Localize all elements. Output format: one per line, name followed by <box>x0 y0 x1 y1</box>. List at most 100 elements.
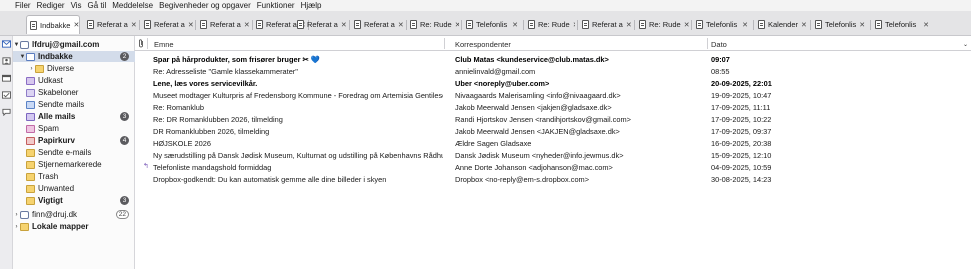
message-row[interactable]: Ny særudstilling på Dansk Jødisk Museum,… <box>135 150 971 160</box>
message-row[interactable]: Re: Adresseliste "Gamle klassekammerater… <box>135 66 971 76</box>
close-icon[interactable]: ✕ <box>859 21 865 29</box>
folder-starred[interactable]: Stjernemarkerede <box>13 159 135 170</box>
message-row[interactable]: Spar på hårprodukter, som frisører bruge… <box>135 54 971 64</box>
spaces-toolbar <box>0 36 13 269</box>
folder-inbox[interactable]: ▼ Indbakke 2 <box>13 51 135 62</box>
message-row[interactable]: HØJSKOLE 2026 Ældre Sagen Gladsaxe 16-09… <box>135 138 971 148</box>
column-date[interactable]: Dato <box>711 40 727 49</box>
message-row[interactable]: Dropbox-godkendt: Du kan automatisk gemm… <box>135 174 971 184</box>
menu-tools[interactable]: Funktioner <box>257 1 295 10</box>
column-divider[interactable] <box>444 38 445 49</box>
folder-diverse[interactable]: › Diverse <box>13 63 135 74</box>
chat-icon[interactable] <box>1 108 11 116</box>
tab-message[interactable]: Telefonlis ✕ <box>812 15 868 34</box>
folder-icon <box>26 196 35 205</box>
close-icon[interactable]: ✕ <box>801 21 807 29</box>
address-book-icon[interactable] <box>1 57 11 65</box>
menu-events[interactable]: Begivenheder og opgaver <box>159 1 251 10</box>
tab-message[interactable]: Referat a ✕ <box>579 15 632 34</box>
column-picker-icon[interactable]: ⌄ <box>963 41 968 48</box>
tab-label: Re: Rude <box>420 20 452 29</box>
folder-label: Indbakke <box>38 52 73 61</box>
close-icon[interactable]: ✕ <box>131 21 137 29</box>
close-icon[interactable]: ✕ <box>455 21 459 29</box>
folder-sent-emails[interactable]: Sendte e-mails <box>13 147 135 158</box>
folder-bin[interactable]: Papirkurv 4 <box>13 135 135 146</box>
tab-message[interactable]: Re: Rude ✕ <box>525 15 575 34</box>
tab-label: Referat a <box>210 20 241 29</box>
message-row[interactable]: Re: DR Romanklubben 2026, tilmelding Ran… <box>135 114 971 124</box>
column-subject[interactable]: Emne <box>154 40 174 49</box>
close-icon[interactable]: ✕ <box>244 21 250 29</box>
close-icon[interactable]: ✕ <box>684 21 689 29</box>
close-icon[interactable]: ✕ <box>188 21 194 29</box>
folder-account-druj[interactable]: › finn@druj.dk 22 <box>13 209 135 220</box>
folder-drafts[interactable]: Udkast <box>13 75 135 86</box>
tab-message[interactable]: Referat a ✕ <box>84 15 137 34</box>
folder-templates[interactable]: Skabeloner <box>13 87 135 98</box>
tab-message[interactable]: Telefonlis ✕ <box>693 15 751 34</box>
tab-label: Indbakke <box>40 20 71 30</box>
message-row[interactable]: DR Romanklubben 2026, tilmelding Jakob M… <box>135 126 971 136</box>
tab-message[interactable]: Telefonlis ✕ <box>872 15 932 34</box>
tab-message[interactable]: Referat a ✕ <box>197 15 250 34</box>
message-subject: Spar på hårprodukter, som frisører bruge… <box>153 55 443 64</box>
chevron-down-icon[interactable]: ▼ <box>13 42 20 48</box>
chevron-down-icon[interactable]: ▼ <box>19 54 26 60</box>
folder-trash[interactable]: Trash <box>13 171 135 182</box>
message-row[interactable]: Re: Romanklub Jakob Meerwald Jensen <jak… <box>135 102 971 112</box>
folder-important[interactable]: Vigtigt 3 <box>13 195 135 206</box>
close-icon[interactable]: ✕ <box>626 21 632 29</box>
menu-message[interactable]: Meddelelse <box>112 1 153 10</box>
menu-edit[interactable]: Rediger <box>37 1 65 10</box>
chevron-right-icon[interactable]: › <box>28 66 35 72</box>
tab-message[interactable]: Re: Rude ✕ <box>407 15 459 34</box>
sent-icon <box>26 100 35 109</box>
subject-text: Spar på hårprodukter, som frisører bruge… <box>153 55 309 64</box>
folder-spam[interactable]: Spam <box>13 123 135 134</box>
column-correspondent[interactable]: Korrespondenter <box>455 40 511 49</box>
folder-label: Sendte e-mails <box>38 148 92 157</box>
close-icon[interactable]: ✕ <box>398 21 404 29</box>
menu-go[interactable]: Gå til <box>88 1 107 10</box>
tab-message[interactable]: Referat a ✕ <box>141 15 194 34</box>
message-correspondent: Club Matas <kundeservice@club.matas.dk> <box>455 55 609 64</box>
mail-icon[interactable] <box>1 40 11 48</box>
chevron-right-icon[interactable]: › <box>13 224 20 230</box>
folder-account-gmail[interactable]: ▼ lfdruj@gmail.com <box>13 39 135 50</box>
close-icon[interactable]: ✕ <box>341 21 347 29</box>
tab-calendar[interactable]: Kalender ✕ <box>755 15 808 34</box>
message-row[interactable]: ↰ Telefonliste mandagshold formiddag Ann… <box>135 162 971 172</box>
folder-label: Diverse <box>47 64 75 73</box>
menu-view[interactable]: Vis <box>71 1 82 10</box>
tab-message[interactable]: Re: Rude ✕ <box>636 15 689 34</box>
message-subject: Re: Romanklub <box>153 103 204 112</box>
tab-message[interactable]: Referat a ✕ <box>351 15 404 34</box>
folder-all-mail[interactable]: Alle mails 3 <box>13 111 135 122</box>
close-icon[interactable]: ✕ <box>573 21 575 29</box>
message-row[interactable]: Lene, læs vores servicevilkår. Uber <nor… <box>135 78 971 88</box>
close-icon[interactable]: ✕ <box>923 21 929 29</box>
message-row[interactable]: Museet modtager Kulturpris af Fredensbor… <box>135 90 971 100</box>
chevron-right-icon[interactable]: › <box>13 212 20 218</box>
tasks-icon[interactable] <box>1 91 11 99</box>
calendar-icon[interactable] <box>1 74 11 82</box>
close-icon[interactable]: ✕ <box>742 21 748 29</box>
menu-file[interactable]: Filer <box>15 1 31 10</box>
folder-sent[interactable]: Sendte mails <box>13 99 135 110</box>
close-icon[interactable]: ✕ <box>512 21 518 29</box>
draft-icon <box>26 76 35 85</box>
tab-message[interactable]: Telefonlis ✕ <box>463 15 521 34</box>
column-divider[interactable] <box>707 38 708 49</box>
menu-help[interactable]: Hjælp <box>301 1 322 10</box>
tab-inbox[interactable]: Indbakke ✕ <box>26 15 80 34</box>
unread-count-badge: 3 <box>120 196 129 205</box>
message-icon <box>875 20 882 29</box>
tab-message[interactable]: Referat a ✕ <box>294 15 347 34</box>
folder-local[interactable]: › Lokale mapper <box>13 221 135 232</box>
close-icon[interactable]: ✕ <box>73 21 79 29</box>
folder-unwanted[interactable]: Unwanted <box>13 183 135 194</box>
folder-label: Stjernemarkerede <box>38 160 102 169</box>
attachment-icon[interactable] <box>138 39 144 48</box>
column-divider[interactable] <box>147 38 148 49</box>
